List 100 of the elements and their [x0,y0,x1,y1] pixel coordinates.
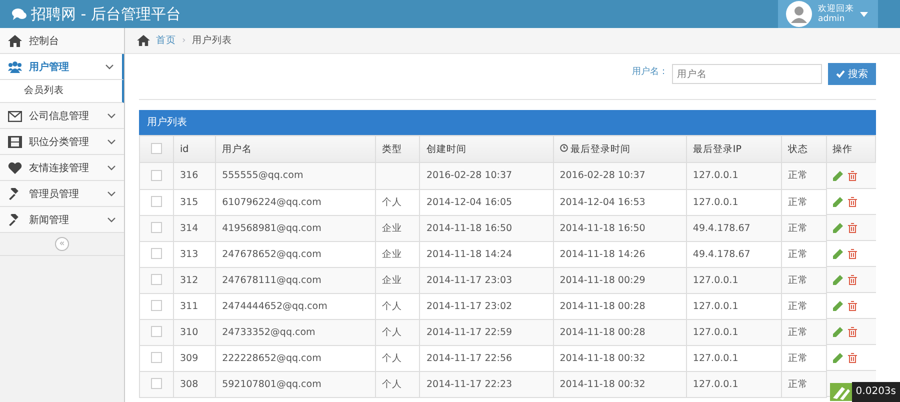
row-checkbox[interactable] [151,326,162,338]
trash-icon[interactable] [848,170,857,180]
table-cell: 个人 [382,326,402,338]
trash-icon[interactable] [848,196,857,206]
menu-label: 职位分类管理 [29,136,90,148]
submenu-item[interactable]: 会员列表 [0,80,124,103]
row-checkbox[interactable] [151,352,162,364]
trash-icon[interactable] [848,222,857,232]
trash-icon[interactable] [848,300,857,310]
pencil-icon[interactable] [832,170,843,180]
menu-item[interactable]: 管理员管理 [0,181,124,207]
table-cell: 127.0.0.1 [692,326,738,338]
table-cell: 正常 [788,222,808,234]
table-cell: 2014-11-18 00:32 [560,352,646,364]
table-cell: 正常 [788,274,808,286]
trash-icon[interactable] [848,352,857,362]
table-cell: 2014-11-18 00:32 [560,378,646,390]
pencil-icon[interactable] [832,300,843,310]
row-checkbox[interactable] [151,300,162,312]
select-all-checkbox[interactable] [151,143,162,154]
table-cell: 309 [180,352,198,364]
menu-label: 友情连接管理 [29,162,90,174]
row-checkbox[interactable] [151,170,162,182]
column-header: 创建时间 [420,136,554,162]
table-cell: 正常 [788,326,808,338]
pencil-icon[interactable] [832,274,843,284]
table-cell: 127.0.0.1 [692,378,738,390]
row-checkbox[interactable] [151,274,162,286]
table-cell: 个人 [382,352,402,364]
search-button[interactable]: 搜索 [828,63,876,85]
table-cell: 127.0.0.1 [692,170,738,182]
table-cell: 2014-11-18 00:29 [560,274,646,286]
search-label: 用户名： [632,66,668,78]
menu-item[interactable]: 用户管理 [0,54,124,80]
film-icon [8,136,22,148]
table-cell: 310 [180,326,198,338]
table-cell: 2014-11-18 00:28 [560,300,646,312]
row-checkbox[interactable] [151,378,162,390]
table-cell: 企业 [382,222,402,234]
table-cell: 555555@qq.com [222,170,304,182]
table-cell: 正常 [788,248,808,260]
table-cell: 312 [180,274,198,286]
check-icon [836,70,845,78]
table-cell: 正常 [788,378,808,390]
table-cell: 2014-11-18 14:24 [426,248,512,260]
table-cell: 2014-12-04 16:05 [426,196,512,208]
table-cell: 个人 [382,378,402,390]
table-cell: 316 [180,170,198,182]
table-cell: 正常 [788,352,808,364]
pencil-icon[interactable] [832,248,843,258]
table-cell: 592107801@qq.com [222,378,322,390]
app-title: 招聘网 - 后台管理平台 [31,4,181,24]
menu-label: 公司信息管理 [29,110,90,122]
table-cell: 308 [180,378,198,390]
debug-logo-icon[interactable] [830,383,852,401]
table-cell: 2014-11-17 22:56 [426,352,512,364]
table-cell: 127.0.0.1 [692,300,738,312]
table-cell: 企业 [382,274,402,286]
clock-icon [560,144,568,152]
pencil-icon[interactable] [832,222,843,232]
menu-item[interactable]: 友情连接管理 [0,155,124,181]
table-cell: 311 [180,300,198,312]
table-cell: 610796224@qq.com [222,196,322,208]
menu-item[interactable]: 控制台 [0,28,124,54]
home-icon [8,34,22,46]
pencil-icon[interactable] [832,326,843,336]
welcome-text: 欢迎回来 [818,4,854,14]
column-header: 最后登录时间 [553,136,686,162]
table-cell: 222228652@qq.com [222,352,322,364]
trash-icon[interactable] [848,274,857,284]
menu-label: 控制台 [29,34,60,48]
pencil-icon[interactable] [832,352,843,362]
trash-icon[interactable] [848,248,857,258]
row-checkbox[interactable] [151,222,162,234]
table-cell: 正常 [788,196,808,208]
column-header: 用户名 [216,136,376,162]
username-field[interactable]: 用户名 [672,64,822,84]
table-cell: 个人 [382,300,402,312]
menu-item[interactable]: 新闻管理 [0,207,124,233]
trash-icon[interactable] [848,326,857,336]
table-cell: 24733352@qq.com [222,326,316,338]
table-cell: 2014-11-18 00:28 [560,326,646,338]
table-cell: 314 [180,222,198,234]
table-cell: 2014-12-04 16:53 [560,196,646,208]
column-header: 最后登录IP [686,136,782,162]
table-cell: 2014-11-17 23:02 [426,300,512,312]
row-checkbox[interactable] [151,248,162,260]
table-cell: 正常 [788,170,808,182]
table-cell: 2014-11-18 16:50 [426,222,512,234]
menu-label: 新闻管理 [29,214,70,226]
table-cell: 个人 [382,196,402,208]
menu-item[interactable]: 职位分类管理 [0,129,124,155]
table-cell: 2016-02-28 10:37 [426,170,512,182]
row-checkbox[interactable] [151,196,162,208]
table-cell: 正常 [788,300,808,312]
envelope-icon [8,110,22,122]
table-cell: 2474444652@qq.com [222,300,328,312]
menu-item[interactable]: 公司信息管理 [0,103,124,129]
pencil-icon[interactable] [832,196,843,206]
table-cell: 315 [180,196,198,208]
